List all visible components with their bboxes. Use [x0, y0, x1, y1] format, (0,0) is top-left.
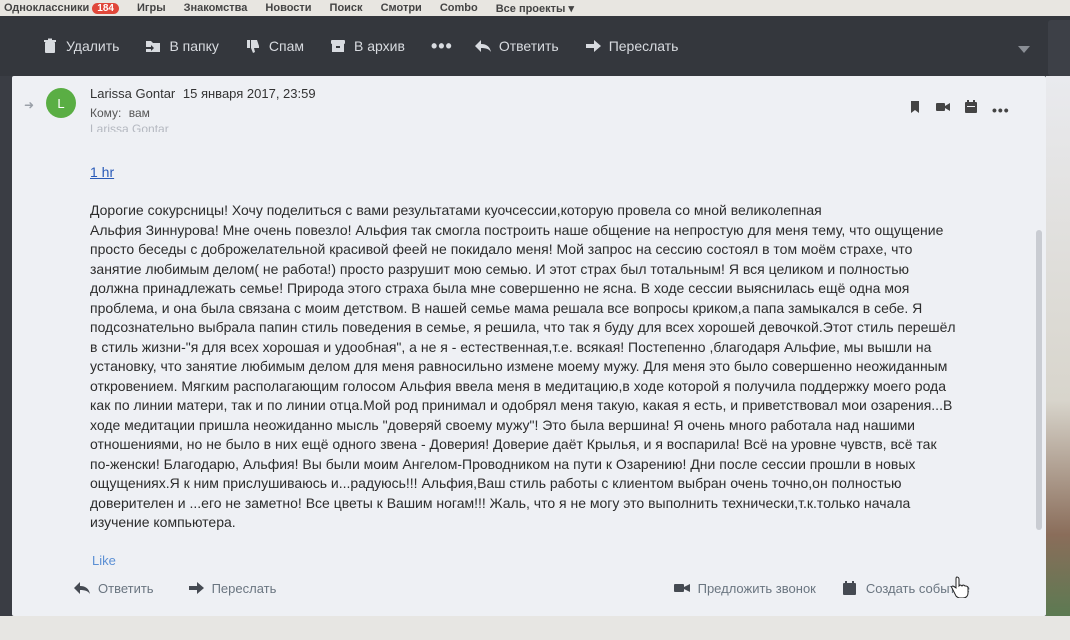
forward-arrow-icon — [188, 582, 204, 594]
forward-arrow-icon — [585, 38, 601, 54]
portal-site-label: Одноклассники — [4, 2, 90, 14]
video-call-icon[interactable] — [936, 100, 950, 119]
body-line: установку, что занятие любимым делом для… — [90, 358, 948, 374]
portal-site-name[interactable]: Одноклассники 184 — [4, 2, 119, 14]
footer-reply-button[interactable]: Ответить — [74, 581, 154, 596]
delete-button[interactable]: Удалить — [42, 38, 119, 54]
portal-item-dating[interactable]: Знакомства — [184, 2, 248, 14]
footer-forward-label: Переслать — [211, 580, 277, 596]
more-actions-button[interactable]: ••• — [431, 36, 453, 57]
reply-arrow-icon — [74, 582, 90, 594]
body-line: в стиль жизни-"я для всех хорошая и удоо… — [90, 338, 932, 355]
chevron-down-icon[interactable] — [1018, 46, 1030, 53]
sender-name[interactable]: Larissa Gontar — [90, 86, 175, 101]
archive-icon — [330, 38, 346, 54]
move-folder-icon — [145, 38, 161, 54]
trash-icon — [42, 38, 58, 54]
delete-label: Удалить — [66, 38, 120, 54]
portal-item-watch[interactable]: Смотри — [381, 2, 422, 14]
archive-label: В архив — [354, 38, 405, 54]
spam-label: Спам — [268, 38, 305, 54]
thumbs-down-icon — [245, 38, 261, 54]
archive-button[interactable]: В архив — [330, 38, 405, 54]
message-footer: Ответить Переслать Предложить звонок Соз… — [60, 570, 1000, 606]
message-body: Дорогие сокурсницы! Хочу поделиться с ва… — [90, 201, 1020, 533]
reply-button[interactable]: Ответить — [474, 38, 559, 54]
avatar[interactable]: L — [46, 88, 76, 118]
body-line: по-женски! Благодарю, Альфия! Вы были мо… — [90, 455, 916, 472]
footer-reply-label: Ответить — [98, 580, 154, 596]
portal-item-search[interactable]: Поиск — [330, 2, 363, 14]
body-line: откровением. Мягким располагающим голосо… — [90, 377, 947, 394]
quoted-sender-name[interactable]: Larissa Gontar — [90, 122, 169, 132]
footer-forward-button[interactable]: Переслать — [188, 580, 277, 596]
body-line: изучение компьютера. — [90, 514, 236, 530]
body-line: доверителен и ...его не заметно! Все цве… — [90, 494, 911, 511]
suggest-call-label: Предложить звонок — [697, 580, 816, 596]
hand-cursor-icon — [951, 576, 969, 598]
screen-bottom-edge — [0, 616, 1070, 640]
move-to-folder-button[interactable]: В папку — [145, 38, 219, 54]
suggest-call-button[interactable]: Предложить звонок — [673, 580, 816, 596]
notification-badge: 184 — [92, 3, 119, 14]
message-date: 15 января 2017, 23:59 — [182, 86, 316, 101]
sender-line: Larissa Gontar 15 января 2017, 23:59 — [90, 86, 316, 101]
forward-label: Переслать — [608, 38, 679, 54]
body-line: Дорогие сокурсницы! Хочу поделиться с ва… — [90, 202, 822, 218]
expand-arrow-icon[interactable]: ➜ — [24, 98, 34, 112]
to-value: вам — [128, 106, 150, 120]
message-header-actions: ••• — [908, 100, 1010, 119]
like-link[interactable]: Like — [92, 553, 116, 568]
body-line: должна принадлежать семье! Природа этого… — [90, 280, 910, 296]
scrollbar[interactable] — [1036, 230, 1042, 530]
body-line: проблема, и она была связана с моим детс… — [90, 299, 923, 316]
portal-item-combo[interactable]: Combo — [440, 2, 478, 14]
body-line: ходе медитации пришла неожиданно мысль "… — [90, 416, 915, 433]
portal-bar: Одноклассники 184 Игры Знакомства Новости… — [0, 0, 1070, 16]
forward-button[interactable]: Переслать — [585, 38, 679, 54]
mail-toolbar: Удалить В папку Спам В архив ••• Ответит… — [0, 16, 1070, 76]
body-line: просто беседы с доброжелательной красиво… — [90, 241, 913, 257]
body-line: как по линии матери, так и по линии отца… — [90, 397, 953, 413]
move-to-folder-label: В папку — [169, 38, 219, 54]
background-photo-edge — [1046, 76, 1070, 616]
body-line: Альфия Зиннурова! Мне очень повезло! Аль… — [90, 221, 944, 238]
body-line: отношениями, но не было в них ещё одного… — [90, 436, 937, 452]
link-1hr[interactable]: 1 hr — [90, 164, 114, 180]
calendar-icon — [842, 581, 856, 595]
recipient-line: Кому: вам — [90, 106, 150, 120]
calendar-icon[interactable] — [964, 100, 978, 119]
portal-item-news[interactable]: Новости — [265, 2, 311, 14]
to-label: Кому: — [90, 106, 122, 120]
reply-arrow-icon — [474, 38, 491, 54]
body-line: подсознательно выбрала папин стиль повед… — [90, 319, 956, 335]
toolbar-edge-panel — [1048, 20, 1070, 76]
body-line: занятие любимым делом( не работа!) прост… — [90, 260, 909, 277]
portal-item-games[interactable]: Игры — [137, 2, 166, 14]
portal-item-all-projects[interactable]: Все проекты ▾ — [496, 2, 574, 15]
message-more-button[interactable]: ••• — [992, 102, 1010, 118]
body-line: ощущениях.Я к ним прислушиваюсь и...раду… — [90, 475, 902, 491]
video-call-icon — [673, 584, 690, 592]
spam-button[interactable]: Спам — [245, 38, 304, 54]
bookmark-icon[interactable] — [908, 100, 922, 119]
reply-label: Ответить — [498, 38, 559, 54]
